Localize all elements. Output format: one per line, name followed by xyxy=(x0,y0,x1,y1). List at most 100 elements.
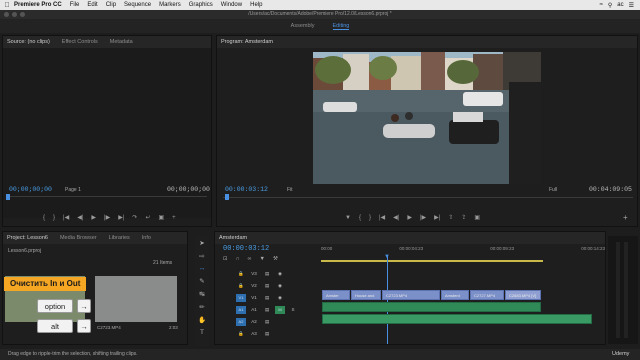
tab-metadata[interactable]: Metadata xyxy=(110,39,133,45)
solo-button[interactable]: S xyxy=(288,307,298,312)
add-button-icon[interactable]: + xyxy=(623,213,628,222)
minimize-window-icon[interactable] xyxy=(12,12,17,17)
add-marker-icon[interactable]: ▼ xyxy=(345,215,351,221)
wrench-icon[interactable]: ⚒ xyxy=(273,256,278,262)
sync-lock-icon[interactable]: ▤ xyxy=(262,319,272,325)
export-frame-icon[interactable]: ▣ xyxy=(474,214,480,221)
sync-lock-icon[interactable]: ▤ xyxy=(262,331,272,337)
time-ruler[interactable]: 00:00 00:00:04:23 00:00:09:23 00:00:14:2… xyxy=(321,246,605,258)
video-clip[interactable]: C2727.MP4 xyxy=(470,290,504,300)
track-select-icon[interactable]: ⇨ xyxy=(199,252,204,260)
clip-thumbnail-2[interactable] xyxy=(95,276,177,322)
source-page-select[interactable]: Page 1 xyxy=(65,187,81,193)
video-clip[interactable]: Amster xyxy=(322,290,350,300)
tab-timeline[interactable]: Amsterdam xyxy=(219,235,247,241)
source-patch-a1[interactable]: A1 xyxy=(236,305,246,314)
track-lock-icon[interactable]: 🔒 xyxy=(236,283,246,289)
menu-graphics[interactable]: Graphics xyxy=(189,2,213,8)
export-frame-icon[interactable]: ▣ xyxy=(158,214,164,221)
razor-icon[interactable]: ✎ xyxy=(199,277,204,285)
video-clip[interactable]: C2683.MP4 [V] xyxy=(505,290,541,300)
menu-help[interactable]: Help xyxy=(250,2,262,8)
menu-edit[interactable]: Edit xyxy=(87,2,97,8)
type-tool-icon[interactable]: T xyxy=(200,329,204,336)
hand-tool-icon[interactable]: ✋ xyxy=(198,316,206,324)
workspace-editing[interactable]: Editing xyxy=(332,23,350,30)
go-to-out-icon[interactable]: ▶| xyxy=(434,214,440,221)
zoom-window-icon[interactable] xyxy=(20,12,25,17)
source-scrubber[interactable] xyxy=(7,196,207,197)
add-marker-icon[interactable]: ▼ xyxy=(259,256,264,262)
tab-libraries[interactable]: Libraries xyxy=(109,235,130,241)
menu-file[interactable]: File xyxy=(70,2,80,8)
pen-tool-icon[interactable]: ✏ xyxy=(199,303,204,311)
track-lock-icon[interactable]: 🔒 xyxy=(236,331,246,337)
linked-selection-icon[interactable]: ∞ xyxy=(248,256,252,262)
insert-icon[interactable]: ↷ xyxy=(132,214,137,221)
mark-in-icon[interactable]: { xyxy=(359,215,361,221)
mark-out-icon[interactable]: } xyxy=(53,215,55,221)
audio-clip[interactable] xyxy=(322,302,541,312)
app-menu[interactable]: Premiere Pro CC xyxy=(14,2,62,8)
program-playhead[interactable] xyxy=(225,194,229,200)
user-name[interactable]: ac xyxy=(617,2,623,8)
clip-name[interactable]: C2723.MP4 xyxy=(97,325,121,330)
extract-icon[interactable]: ⇪ xyxy=(461,214,466,221)
zoom-select[interactable]: Fit xyxy=(287,187,293,193)
mute-button[interactable]: M xyxy=(275,305,285,314)
sync-lock-icon[interactable]: ▤ xyxy=(262,307,272,313)
menu-clip[interactable]: Clip xyxy=(106,2,116,8)
video-clip[interactable]: Amsterd xyxy=(441,290,469,300)
source-patch-a2[interactable]: A2 xyxy=(236,317,246,326)
go-to-out-icon[interactable]: ▶| xyxy=(118,214,124,221)
selection-tool-icon[interactable]: ➤ xyxy=(199,239,204,247)
list-icon[interactable]: ☰ xyxy=(629,2,634,9)
eye-icon[interactable]: ◉ xyxy=(275,271,285,277)
apple-icon[interactable]:  xyxy=(0,2,14,9)
play-icon[interactable]: ▶ xyxy=(407,214,412,221)
tab-program[interactable]: Program: Amsterdam xyxy=(221,39,273,45)
track-lock-icon[interactable]: 🔒 xyxy=(236,271,246,277)
tab-source[interactable]: Source: (no clips) xyxy=(7,39,50,45)
sync-lock-icon[interactable]: ▤ xyxy=(262,271,272,277)
overwrite-icon[interactable]: ↵ xyxy=(145,214,150,221)
playhead-handle-icon[interactable]: ▼ xyxy=(384,254,390,260)
search-icon[interactable]: ⚲ xyxy=(608,2,612,9)
tab-info[interactable]: Info xyxy=(142,235,151,241)
video-clip[interactable]: House and xyxy=(351,290,381,300)
add-button-icon[interactable]: + xyxy=(172,215,176,221)
track-label[interactable]: A3 xyxy=(249,331,259,336)
quality-select[interactable]: Full xyxy=(549,187,557,193)
go-to-in-icon[interactable]: |◀ xyxy=(379,214,385,221)
slip-tool-icon[interactable]: ↹ xyxy=(199,290,204,298)
close-window-icon[interactable] xyxy=(4,12,9,17)
menu-window[interactable]: Window xyxy=(221,2,242,8)
sync-lock-icon[interactable]: ▤ xyxy=(262,295,272,301)
track-label[interactable]: V3 xyxy=(249,271,259,276)
menu-markers[interactable]: Markers xyxy=(159,2,181,8)
timeline-playhead[interactable] xyxy=(387,256,388,344)
eye-icon[interactable]: ◉ xyxy=(275,283,285,289)
lift-icon[interactable]: ⇧ xyxy=(448,214,453,221)
track-label[interactable]: V2 xyxy=(249,283,259,288)
source-playhead[interactable] xyxy=(6,194,10,200)
play-icon[interactable]: ▶ xyxy=(91,214,96,221)
step-back-icon[interactable]: ◀| xyxy=(393,214,399,221)
snap-icon[interactable]: ∩ xyxy=(236,256,240,262)
tab-media-browser[interactable]: Media Browser xyxy=(60,235,97,241)
sync-lock-icon[interactable]: ▤ xyxy=(262,283,272,289)
wifi-icon[interactable]: ≈ xyxy=(600,2,603,8)
work-area-bar[interactable] xyxy=(321,260,543,262)
step-forward-icon[interactable]: |▶ xyxy=(104,214,110,221)
source-timecode[interactable]: 00;00;00;00 xyxy=(9,186,52,193)
track-label[interactable]: A2 xyxy=(249,319,259,324)
step-back-icon[interactable]: ◀| xyxy=(77,214,83,221)
audio-clip[interactable] xyxy=(322,314,592,324)
go-to-in-icon[interactable]: |◀ xyxy=(63,214,69,221)
video-clip[interactable]: C2723.MP4 xyxy=(382,290,440,300)
mark-out-icon[interactable]: } xyxy=(369,215,371,221)
tab-project[interactable]: Project: Lesson6 xyxy=(7,235,48,241)
track-label[interactable]: A1 xyxy=(249,307,259,312)
source-patch-v1[interactable]: V1 xyxy=(236,293,246,302)
program-scrubber[interactable] xyxy=(223,197,633,198)
